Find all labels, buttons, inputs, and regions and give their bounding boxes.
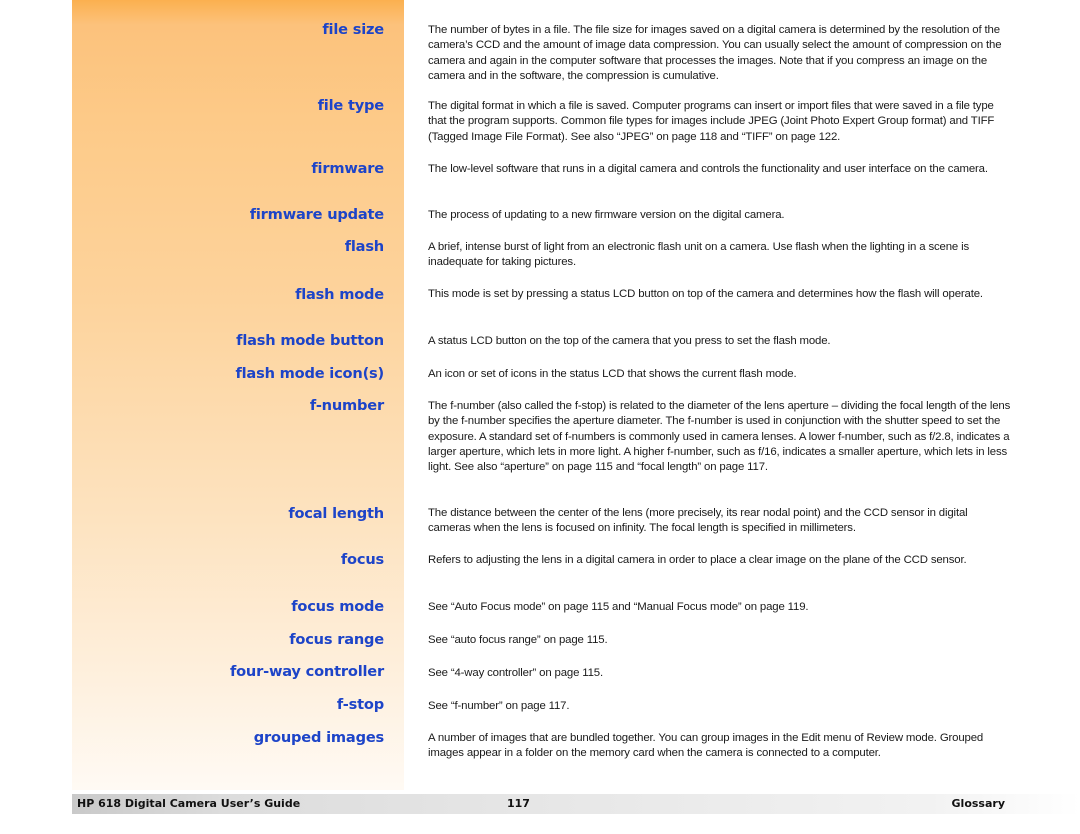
- footer-page-number: 117: [507, 797, 530, 810]
- glossary-term-flash-mode: flash mode: [295, 286, 384, 303]
- glossary-definition-grouped-images: A number of images that are bundled toge…: [428, 732, 984, 760]
- glossary-definition-focus-range: See “auto focus range” on page 115.: [428, 634, 608, 646]
- glossary-definition-focus-mode: See “Auto Focus mode” on page 115 and “M…: [428, 601, 809, 613]
- glossary-definition-flash-mode-button: A status LCD button on the top of the ca…: [428, 335, 831, 347]
- glossary-term-firmware-update: firmware update: [249, 206, 384, 223]
- glossary-term-file-type: file type: [317, 97, 385, 114]
- glossary-term-flash-mode-icons: flash mode icon(s): [235, 365, 384, 382]
- footer-section-name: Glossary: [951, 797, 1005, 810]
- glossary-term-firmware: firmware: [311, 160, 384, 177]
- glossary-definition-firmware: The low-level software that runs in a di…: [428, 163, 988, 175]
- glossary-definition-focus: Refers to adjusting the lens in a digita…: [428, 554, 967, 566]
- glossary-term-flash: flash: [344, 238, 384, 255]
- glossary-term-file-size: file size: [322, 21, 384, 38]
- glossary-definition-file-size: The number of bytes in a file. The file …: [428, 24, 1002, 82]
- glossary-term-grouped-images: grouped images: [253, 729, 384, 746]
- glossary-definition-flash: A brief, intense burst of light from an …: [428, 241, 970, 269]
- glossary-definition-flash-mode: This mode is set by pressing a status LC…: [428, 288, 983, 300]
- footer-document-title: HP 618 Digital Camera User’s Guide: [77, 797, 301, 810]
- glossary-term-focus-range: focus range: [289, 631, 384, 648]
- glossary-term-f-number: f-number: [309, 397, 384, 414]
- glossary-term-focus: focus: [340, 551, 384, 568]
- glossary-term-flash-mode-button: flash mode button: [236, 332, 384, 349]
- glossary-definition-f-stop: See “f-number” on page 117.: [428, 700, 570, 712]
- page-footer: HP 618 Digital Camera User’s Guide 117 G…: [72, 794, 1080, 814]
- glossary-term-four-way-controller: four-way controller: [229, 663, 384, 680]
- glossary-term-focal-length: focal length: [288, 505, 384, 522]
- glossary-definition-f-number: The f-number (also called the f-stop) is…: [428, 400, 1011, 474]
- glossary-term-f-stop: f-stop: [336, 696, 384, 713]
- glossary-term-focus-mode: focus mode: [291, 598, 384, 615]
- glossary-definition-four-way-controller: See “4-way controller” on page 115.: [428, 667, 603, 679]
- glossary-definition-flash-mode-icons: An icon or set of icons in the status LC…: [428, 368, 797, 380]
- glossary-definition-firmware-update: The process of updating to a new firmwar…: [428, 209, 785, 221]
- glossary-definition-file-type: The digital format in which a file is sa…: [428, 100, 995, 143]
- glossary-definition-focal-length: The distance between the center of the l…: [428, 507, 968, 535]
